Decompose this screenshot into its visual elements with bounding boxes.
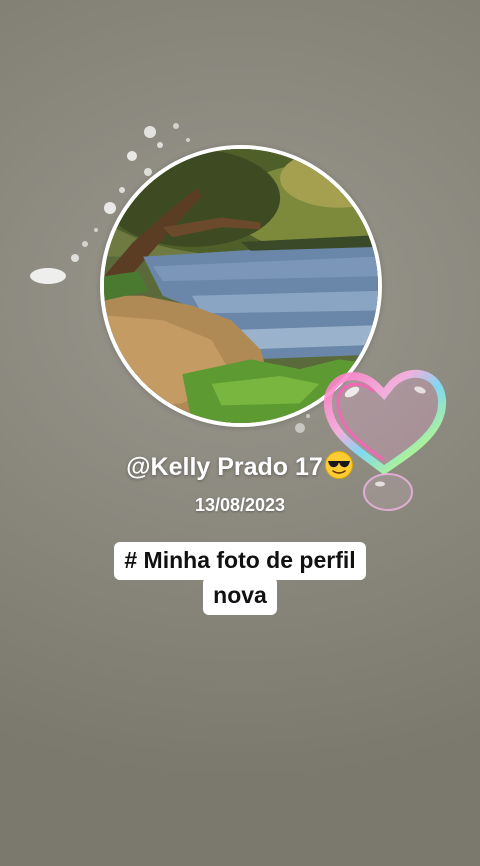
username-row: @Kelly Prado 17 xyxy=(0,450,480,482)
caption-line-1: # Minha foto de perfil xyxy=(114,542,366,580)
caption-line-2: nova xyxy=(203,577,277,615)
caption: # Minha foto de perfil nova xyxy=(0,542,480,615)
username: @Kelly Prado 17 xyxy=(126,453,323,481)
sunglasses-emoji-icon xyxy=(324,451,353,479)
post-date: 13/08/2023 xyxy=(194,495,286,515)
